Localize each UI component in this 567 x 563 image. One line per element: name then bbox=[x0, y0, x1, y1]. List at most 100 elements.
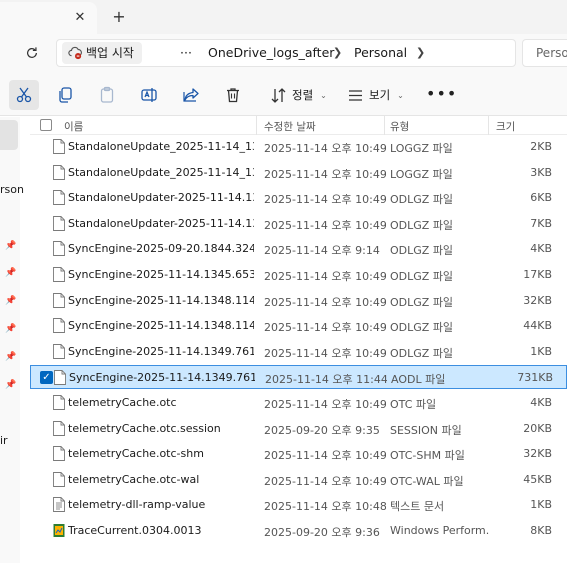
more-options-button[interactable]: ••• bbox=[426, 80, 456, 110]
column-divider[interactable] bbox=[488, 116, 489, 135]
active-tab[interactable]: ✕ bbox=[0, 2, 97, 34]
text-document-icon bbox=[53, 497, 65, 513]
copy-icon bbox=[59, 87, 72, 103]
file-type: 텍스트 문서 bbox=[390, 500, 445, 514]
view-button[interactable]: 보기 ⌄ bbox=[347, 80, 404, 110]
file-type: LOGGZ 파일 bbox=[390, 142, 453, 155]
file-size: 2KB bbox=[530, 140, 552, 153]
file-type: Windows Perform... bbox=[390, 524, 490, 537]
breadcrumb-item-onedrive-logs-after[interactable]: OneDrive_logs_after bbox=[208, 43, 334, 63]
rename-icon bbox=[141, 88, 157, 102]
performance-trace-icon bbox=[53, 524, 65, 537]
document-icon bbox=[53, 215, 65, 231]
document-icon bbox=[53, 471, 65, 487]
document-icon bbox=[54, 370, 66, 386]
file-type: ODLGZ 파일 bbox=[390, 244, 454, 258]
column-header-date[interactable]: 수정한 날짜 bbox=[264, 119, 316, 134]
backup-label: 백업 시작 bbox=[86, 46, 134, 60]
cut-button[interactable] bbox=[9, 80, 39, 110]
file-row[interactable]: ✓ SyncEngine-2025-11-14.1349.7616.2.a... 2… bbox=[30, 365, 567, 390]
file-type: ODLGZ 파일 bbox=[390, 295, 454, 309]
file-row[interactable]: telemetryCache.otc-wal 2025-11-14 오후 10:4… bbox=[30, 468, 567, 492]
file-name: SyncEngine-2025-09-20.1844.3244.1.o... bbox=[68, 242, 254, 256]
document-icon bbox=[53, 164, 65, 180]
chevron-right-icon[interactable]: ❯ bbox=[333, 43, 342, 63]
backup-start-button[interactable]: 백업 시작 bbox=[62, 42, 142, 64]
share-button[interactable] bbox=[176, 80, 206, 110]
nav-item-label[interactable]: ir bbox=[0, 434, 8, 447]
file-row[interactable]: StandaloneUpdater-2025-11-14.1343... 2025… bbox=[30, 186, 567, 210]
navigation-pane: rson 📌 📌 📌 📌 📌 📌 ir bbox=[0, 117, 24, 563]
file-name: StandaloneUpdate_2025-11-14_1343... bbox=[68, 165, 254, 179]
file-date: 2025-09-20 오후 9:36 bbox=[264, 526, 380, 539]
close-tab-icon[interactable]: ✕ bbox=[72, 10, 88, 26]
column-divider[interactable] bbox=[384, 116, 385, 135]
file-date: 2025-11-14 오후 9:14 bbox=[264, 244, 380, 258]
column-header-name[interactable]: 이름 bbox=[64, 119, 83, 134]
file-date: 2025-11-14 오후 10:49 bbox=[264, 321, 386, 335]
new-tab-button[interactable]: + bbox=[110, 8, 128, 26]
file-row[interactable]: SyncEngine-2025-11-14.1345.6536.2.o... 20… bbox=[30, 263, 567, 287]
file-list: StandaloneUpdate_2025-11-14_1343... 2025-… bbox=[30, 135, 567, 563]
document-icon bbox=[53, 318, 65, 334]
pin-icon: 📌 bbox=[5, 268, 17, 278]
nav-selected-item[interactable] bbox=[0, 120, 18, 150]
file-row[interactable]: SyncEngine-2025-11-14.1348.11412.2.... 20… bbox=[30, 314, 567, 338]
file-name: StandaloneUpdate_2025-11-14_1343... bbox=[68, 140, 254, 153]
breadcrumb-item-personal[interactable]: Personal bbox=[354, 43, 407, 63]
file-name: SyncEngine-2025-11-14.1348.11412.2.... bbox=[68, 319, 254, 333]
file-date: 2025-11-14 오후 10:49 bbox=[264, 193, 386, 207]
file-row[interactable]: SyncEngine-2025-11-14.1348.11412.1.... 20… bbox=[30, 289, 567, 313]
sort-button[interactable]: 정렬 ⌄ bbox=[270, 80, 327, 110]
rename-button[interactable] bbox=[134, 80, 164, 110]
document-icon bbox=[53, 446, 65, 462]
file-row[interactable]: telemetryCache.otc.session 2025-09-20 오후 … bbox=[30, 417, 567, 441]
column-header-row: 이름 수정한 날짜 유형 크기 bbox=[30, 116, 567, 135]
file-date: 2025-11-14 오후 10:49 bbox=[264, 142, 386, 155]
file-row[interactable]: SyncEngine-2025-09-20.1844.3244.1.o... 20… bbox=[30, 237, 567, 261]
document-icon bbox=[53, 241, 65, 257]
file-size: 1KB bbox=[530, 344, 552, 358]
sort-label: 정렬 bbox=[292, 88, 314, 102]
file-size: 7KB bbox=[530, 216, 552, 230]
row-checkbox[interactable]: ✓ bbox=[40, 371, 53, 385]
backup-icon bbox=[68, 46, 82, 60]
search-input[interactable]: Perso bbox=[522, 39, 567, 67]
file-row[interactable]: StandaloneUpdater-2025-11-14.1343... 2025… bbox=[30, 212, 567, 236]
file-type: ODLGZ 파일 bbox=[390, 321, 454, 335]
copy-button[interactable] bbox=[50, 80, 80, 110]
file-name: StandaloneUpdater-2025-11-14.1343... bbox=[68, 191, 254, 205]
file-date: 2025-11-14 오후 10:49 bbox=[264, 449, 386, 463]
document-icon bbox=[53, 420, 65, 436]
file-date: 2025-11-14 오후 10:49 bbox=[264, 474, 386, 488]
file-size: 4KB bbox=[530, 242, 552, 256]
chevron-right-icon[interactable]: ❯ bbox=[416, 43, 425, 63]
refresh-icon[interactable] bbox=[22, 43, 42, 63]
column-header-type[interactable]: 유형 bbox=[390, 119, 409, 134]
delete-button[interactable] bbox=[218, 80, 248, 110]
file-date: 2025-11-14 오후 11:44 bbox=[265, 373, 387, 387]
file-row[interactable]: TraceCurrent.0304.0013 2025-09-20 오후 9:36… bbox=[30, 519, 567, 543]
file-name: SyncEngine-2025-11-14.1349.7616.1.o... bbox=[68, 344, 254, 358]
file-size: 731KB bbox=[517, 371, 553, 385]
command-bar: 정렬 ⌄ 보기 ⌄ ••• bbox=[0, 72, 567, 116]
file-row[interactable]: StandaloneUpdate_2025-11-14_1343... 2025-… bbox=[30, 135, 567, 159]
file-size: 45KB bbox=[523, 472, 552, 486]
file-name: TraceCurrent.0304.0013 bbox=[68, 524, 202, 537]
file-row[interactable]: StandaloneUpdate_2025-11-14_1343... 2025-… bbox=[30, 161, 567, 185]
file-date: 2025-11-14 오후 10:49 bbox=[264, 167, 386, 181]
nav-item-label[interactable]: rson bbox=[0, 183, 24, 196]
select-all-checkbox[interactable] bbox=[40, 119, 52, 131]
paste-button[interactable] bbox=[92, 80, 122, 110]
file-date: 2025-09-20 오후 9:35 bbox=[264, 423, 380, 437]
column-header-size[interactable]: 크기 bbox=[496, 119, 515, 134]
column-divider[interactable] bbox=[256, 116, 257, 135]
breadcrumb-overflow[interactable]: ··· bbox=[180, 43, 192, 63]
file-row[interactable]: telemetryCache.otc 2025-11-14 오후 10:49 OTC… bbox=[30, 391, 567, 415]
clipboard-icon bbox=[100, 86, 114, 103]
file-row[interactable]: telemetryCache.otc-shm 2025-11-14 오후 10:4… bbox=[30, 442, 567, 466]
file-row[interactable]: SyncEngine-2025-11-14.1349.7616.1.o... 20… bbox=[30, 340, 567, 364]
file-size: 44KB bbox=[523, 319, 552, 333]
file-type: AODL 파일 bbox=[391, 373, 446, 387]
file-row[interactable]: telemetry-dll-ramp-value 2025-11-14 오후 10… bbox=[30, 493, 567, 517]
